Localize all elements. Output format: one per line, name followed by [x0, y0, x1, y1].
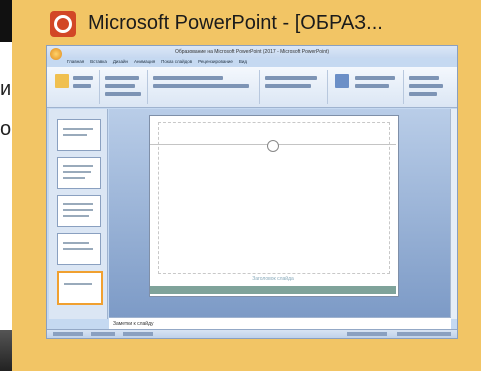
- vertical-scrollbar: [450, 109, 457, 319]
- powerpoint-icon: [50, 11, 76, 37]
- ribbon-group: [149, 70, 260, 104]
- slide-caption: Заголовок слайда: [252, 276, 294, 282]
- slide-editor-area: Заголовок слайда: [109, 109, 451, 319]
- current-slide: Заголовок слайда: [149, 115, 399, 297]
- notes-pane: Заметки к слайду: [109, 317, 451, 329]
- ribbon-tab: Анимация: [134, 59, 156, 64]
- status-bar: [47, 329, 457, 338]
- desktop-dark-region-top: [0, 0, 12, 42]
- rotate-handle-icon: [267, 140, 279, 152]
- taskbar-thumbnail-popup[interactable]: Microsoft PowerPoint - [ОБРАЗ... Образов…: [12, 0, 481, 371]
- background-text-fragment: и: [0, 78, 12, 100]
- preview-title-bar: Образование на Microsoft PowerPoint (201…: [47, 46, 457, 58]
- slide-thumbnail: [57, 233, 101, 265]
- slide-thumbnail-selected: [57, 271, 103, 305]
- preview-window-title: Образование на Microsoft PowerPoint (201…: [174, 49, 330, 55]
- slide-thumbnail: [57, 195, 101, 227]
- ribbon-group: [329, 70, 404, 104]
- ribbon-group: [405, 70, 453, 104]
- desktop-background: и о: [0, 0, 12, 371]
- window-title: Microsoft PowerPoint - [ОБРАЗ...: [88, 12, 383, 34]
- slide-thumbnail: [57, 157, 101, 189]
- preview-ribbon: [47, 67, 457, 108]
- slide-thumbnail: [57, 119, 101, 151]
- ribbon-tab: Главная: [67, 59, 85, 64]
- window-preview-thumbnail[interactable]: Образование на Microsoft PowerPoint (201…: [46, 45, 458, 339]
- ribbon-tab: Рецензирование: [198, 59, 233, 64]
- ribbon-tab: Показ слайдов: [161, 59, 193, 64]
- desktop-dark-region-bottom: [0, 330, 12, 371]
- slide-footer-bar: [150, 286, 396, 294]
- ribbon-group: [261, 70, 328, 104]
- preview-ribbon-tabs: Главная Вставка Дизайн Анимация Показ сл…: [67, 59, 247, 67]
- background-text-fragment: о: [0, 118, 12, 140]
- ribbon-tab: Дизайн: [112, 59, 129, 64]
- ribbon-group: [49, 70, 100, 104]
- office-button-icon: [50, 48, 62, 60]
- ribbon-tab: Вставка: [90, 59, 107, 64]
- slides-pane: [49, 109, 108, 319]
- ribbon-group: [101, 70, 148, 104]
- ribbon-tab: Вид: [238, 59, 248, 64]
